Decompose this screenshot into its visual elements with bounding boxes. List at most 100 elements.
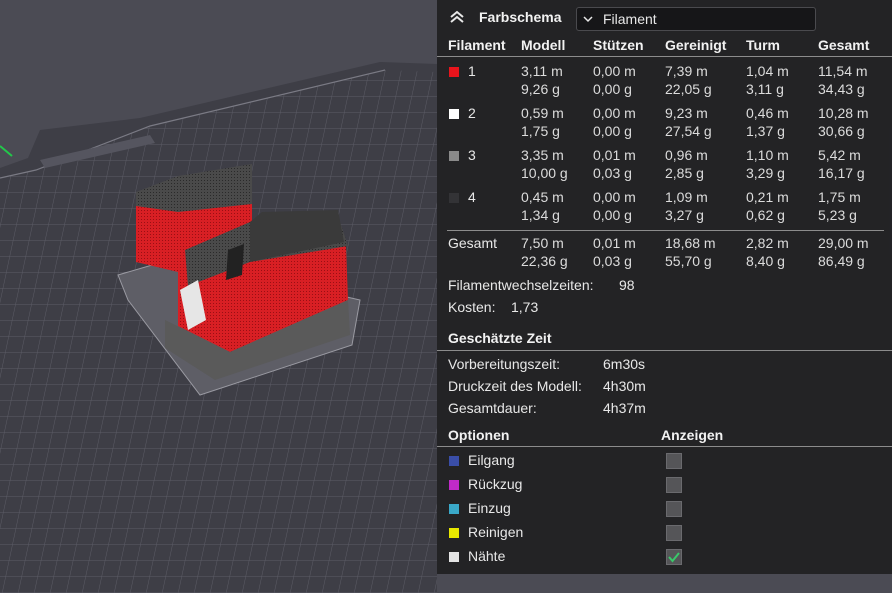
option-label: Eilgang	[468, 452, 515, 468]
option-color-swatch	[449, 504, 459, 514]
check-icon	[668, 552, 680, 563]
cell-weight: 3,27 g	[665, 207, 704, 223]
cell-length: 9,23 m	[665, 105, 708, 121]
option-color-swatch	[449, 528, 459, 538]
option-color-swatch	[449, 456, 459, 466]
filament-color-swatch	[449, 193, 459, 203]
cell-weight: 1,75 g	[521, 123, 560, 139]
cell-length: 7,39 m	[665, 63, 708, 79]
cell-length: 1,75 m	[818, 189, 861, 205]
option-checkbox[interactable]	[666, 453, 682, 469]
color-scheme-title: Farbschema	[479, 9, 562, 25]
cell-length: 3,35 m	[521, 147, 564, 163]
option-label: Nähte	[468, 548, 506, 564]
chevron-double-up-icon[interactable]	[449, 10, 465, 24]
cell-weight: 0,00 g	[593, 123, 632, 139]
option-label: Reinigen	[468, 524, 524, 540]
option-checkbox[interactable]	[666, 549, 682, 565]
cell-weight: 10,00 g	[521, 165, 568, 181]
total-length: 29,00 m	[818, 235, 869, 251]
cell-length: 10,28 m	[818, 105, 869, 121]
time-value: 4h37m	[603, 400, 646, 416]
total-weight: 8,40 g	[746, 253, 785, 269]
total-length: 2,82 m	[746, 235, 789, 251]
total-length: 18,68 m	[665, 235, 716, 251]
total-label: Gesamt	[448, 235, 498, 251]
cell-length: 5,42 m	[818, 147, 861, 163]
cell-length: 0,21 m	[746, 189, 789, 205]
time-label: Gesamtdauer:	[448, 400, 537, 416]
cell-length: 1,09 m	[665, 189, 708, 205]
cell-length: 0,00 m	[593, 189, 636, 205]
col-supports: Stützen	[593, 37, 644, 53]
time-value: 4h30m	[603, 378, 646, 394]
total-length: 0,01 m	[593, 235, 636, 251]
total-weight: 22,36 g	[521, 253, 568, 269]
cell-length: 1,04 m	[746, 63, 789, 79]
total-weight: 55,70 g	[665, 253, 712, 269]
estimated-time-title: Geschätzte Zeit	[448, 330, 552, 346]
cell-length: 0,01 m	[593, 147, 636, 163]
option-color-swatch	[449, 552, 459, 562]
cell-length: 0,96 m	[665, 147, 708, 163]
total-length: 7,50 m	[521, 235, 564, 251]
option-checkbox[interactable]	[666, 525, 682, 541]
divider	[437, 446, 892, 447]
divider	[447, 230, 884, 231]
cell-length: 1,10 m	[746, 147, 789, 163]
cell-weight: 9,26 g	[521, 81, 560, 97]
col-tower: Turm	[746, 37, 780, 53]
cost-value: 1,73	[511, 299, 539, 315]
cell-weight: 30,66 g	[818, 123, 865, 139]
divider	[437, 350, 892, 351]
chevron-down-icon	[583, 16, 593, 23]
cell-weight: 16,17 g	[818, 165, 865, 181]
option-label: Rückzug	[468, 476, 523, 492]
cell-weight: 0,03 g	[593, 165, 632, 181]
time-value: 6m30s	[603, 356, 646, 372]
col-purged: Gereinigt	[665, 37, 727, 53]
filament-id: 1	[468, 63, 476, 79]
cell-length: 3,11 m	[521, 63, 563, 79]
cell-weight: 0,00 g	[593, 81, 632, 97]
option-checkbox[interactable]	[666, 501, 682, 517]
cell-weight: 0,62 g	[746, 207, 785, 223]
filament-id: 2	[468, 105, 476, 121]
cell-weight: 27,54 g	[665, 123, 712, 139]
filament-id: 3	[468, 147, 476, 163]
cell-length: 0,46 m	[746, 105, 789, 121]
filament-id: 4	[468, 189, 476, 205]
options-title: Optionen	[448, 427, 510, 443]
show-title: Anzeigen	[661, 427, 724, 443]
cell-weight: 5,23 g	[818, 207, 857, 223]
col-total: Gesamt	[818, 37, 870, 53]
col-model: Modell	[521, 37, 566, 53]
cell-length: 0,00 m	[593, 105, 636, 121]
cell-length: 0,59 m	[521, 105, 564, 121]
col-filament: Filament	[448, 37, 506, 53]
divider	[437, 56, 892, 57]
cost-label: Kosten:	[448, 299, 496, 315]
filament-color-swatch	[449, 67, 459, 77]
filament-changes-label: Filamentwechselzeiten:	[448, 277, 594, 293]
total-weight: 86,49 g	[818, 253, 865, 269]
option-label: Einzug	[468, 500, 511, 516]
option-color-swatch	[449, 480, 459, 490]
filament-color-swatch	[449, 109, 459, 119]
time-label: Druckzeit des Modell:	[448, 378, 582, 394]
cell-weight: 2,85 g	[665, 165, 704, 181]
time-label: Vorbereitungszeit:	[448, 356, 561, 372]
cell-length: 0,00 m	[593, 63, 636, 79]
cell-length: 11,54 m	[818, 63, 868, 79]
cell-length: 0,45 m	[521, 189, 564, 205]
cell-weight: 0,00 g	[593, 207, 632, 223]
cell-weight: 1,37 g	[746, 123, 785, 139]
cell-weight: 22,05 g	[665, 81, 712, 97]
filament-changes-value: 98	[619, 277, 635, 293]
option-checkbox[interactable]	[666, 477, 682, 493]
cell-weight: 3,11 g	[746, 81, 784, 97]
color-scheme-value: Filament	[603, 11, 657, 27]
legend-panel: Farbschema Filament Filament Modell Stüt…	[437, 0, 892, 574]
color-scheme-dropdown[interactable]: Filament	[576, 7, 816, 31]
cell-weight: 1,34 g	[521, 207, 560, 223]
